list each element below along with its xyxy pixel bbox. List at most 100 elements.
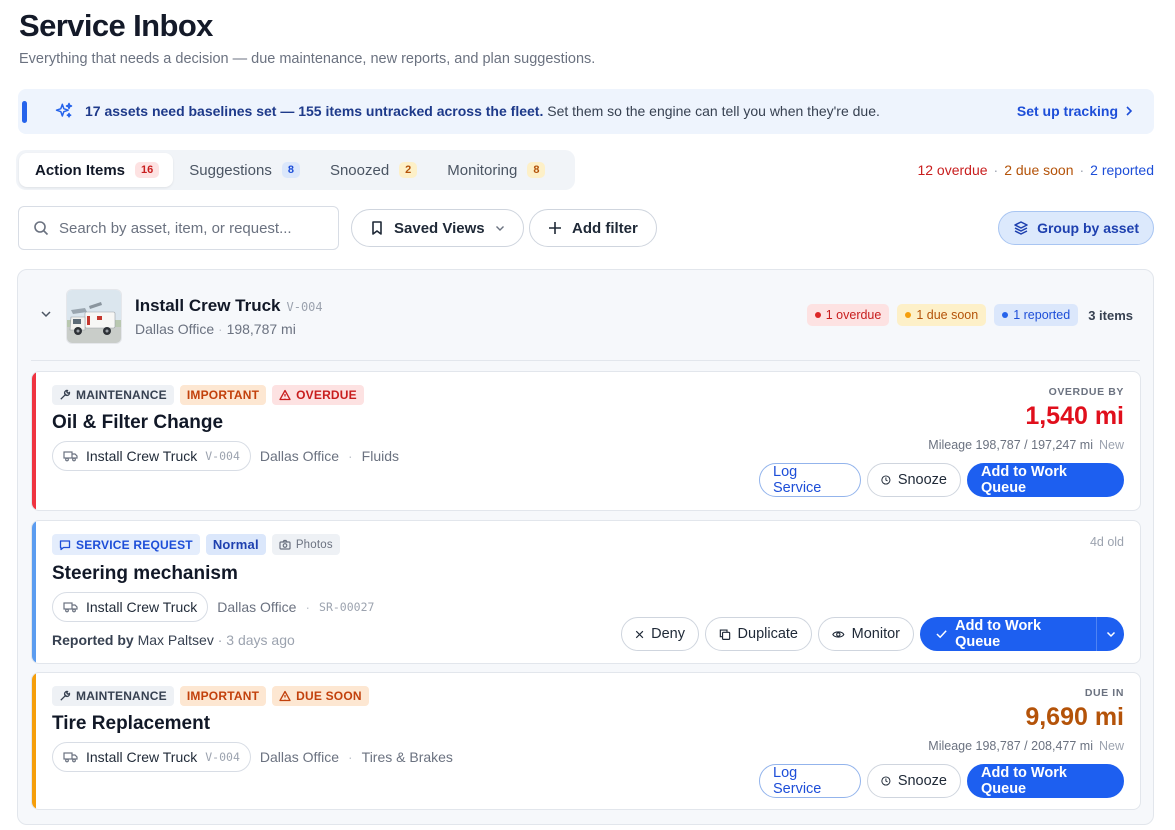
- tab-suggestions[interactable]: Suggestions 8: [173, 153, 314, 187]
- badge-due-soon-label: 1 due soon: [916, 308, 979, 322]
- snooze-label: Snooze: [897, 472, 947, 488]
- badge-overdue-label: 1 overdue: [825, 308, 882, 322]
- card-location: Dallas Office: [217, 599, 297, 615]
- sparkle-icon: [55, 102, 73, 118]
- meta-separator: ·: [347, 749, 353, 765]
- action-card-oil-filter[interactable]: MAINTENANCE IMPORTANT OVERDUE Oil & Filt…: [31, 371, 1141, 511]
- asset-thumbnail: [66, 289, 122, 344]
- badge-reported: 1 reported: [994, 304, 1079, 326]
- truck-icon: [63, 602, 78, 613]
- tab-snoozed[interactable]: Snoozed 2: [314, 153, 431, 187]
- saved-views-button[interactable]: Saved Views: [351, 209, 524, 247]
- tag-category: MAINTENANCE: [52, 385, 174, 405]
- status-summary: 12 overdue · 2 due soon · 2 reported: [917, 162, 1154, 178]
- inbox-tabs: Action Items 16 Suggestions 8 Snoozed 2 Mon…: [16, 150, 575, 190]
- close-icon: [635, 630, 644, 638]
- copy-icon: [719, 628, 731, 640]
- card-accent-reported: [32, 521, 36, 663]
- page-title: Service Inbox: [19, 8, 213, 43]
- overdue-by-label: OVERDUE BY: [1048, 386, 1124, 398]
- group-status-badges: 1 overdue 1 due soon 1 reported 3 items: [806, 304, 1133, 326]
- card-title[interactable]: Tire Replacement: [52, 713, 210, 735]
- asset-code: V-004: [286, 300, 323, 314]
- reported-by-label: Reported by: [52, 632, 134, 648]
- card-meta: Install Crew Truck Dallas Office · SR-00…: [52, 592, 374, 622]
- mileage-readout: Mileage 198,787 / 208,477 mi New: [928, 739, 1124, 753]
- monitor-button[interactable]: Monitor: [818, 617, 914, 651]
- search-box: [18, 206, 339, 250]
- tag-category-label: MAINTENANCE: [76, 388, 167, 402]
- tab-monitoring[interactable]: Monitoring 8: [431, 153, 559, 187]
- reported-by: Reported by Max Paltsev · 3 days ago: [52, 632, 295, 648]
- card-system: Fluids: [361, 448, 400, 464]
- group-by-asset-button[interactable]: Group by asset: [998, 211, 1154, 245]
- chevron-right-icon: [1126, 106, 1133, 116]
- card-actions: Log Service Snooze Add to Work Queue: [759, 764, 1124, 798]
- request-id: SR-00027: [319, 600, 375, 614]
- mileage-text: Mileage 198,787 / 208,477 mi: [928, 739, 1093, 753]
- card-tags: MAINTENANCE IMPORTANT OVERDUE: [52, 385, 364, 405]
- truck-icon: [63, 451, 78, 462]
- summary-due-soon[interactable]: 2 due soon: [1004, 162, 1073, 178]
- chevron-down-icon[interactable]: [40, 308, 52, 320]
- card-location: Dallas Office: [259, 448, 339, 464]
- duplicate-button[interactable]: Duplicate: [705, 617, 812, 651]
- chevron-down-icon: [1106, 631, 1115, 638]
- log-service-button[interactable]: Log Service: [759, 463, 861, 497]
- card-title[interactable]: Oil & Filter Change: [52, 412, 223, 434]
- deny-button[interactable]: Deny: [621, 617, 699, 651]
- asset-chip[interactable]: Install Crew Truck V-004: [52, 742, 251, 772]
- group-asset-name[interactable]: Install Crew Truck V-004: [135, 296, 323, 316]
- summary-overdue[interactable]: 12 overdue: [917, 162, 987, 178]
- action-card-steering[interactable]: SERVICE REQUEST Normal Photos 4d old Ste…: [31, 520, 1141, 664]
- asset-chip-name: Install Crew Truck: [86, 599, 198, 615]
- search-input[interactable]: [59, 219, 319, 237]
- tag-attachment-label: Photos: [295, 538, 333, 551]
- meta-separator: ·: [347, 448, 353, 464]
- group-by-asset-label: Group by asset: [1037, 220, 1139, 236]
- work-queue-options-toggle[interactable]: [1096, 617, 1124, 651]
- message-icon: [59, 539, 71, 550]
- add-to-work-queue-button[interactable]: Add to Work Queue: [967, 764, 1124, 798]
- snooze-button[interactable]: Snooze: [867, 463, 961, 497]
- tab-label: Monitoring: [447, 161, 518, 179]
- request-age: 4d old: [1089, 535, 1124, 549]
- meta-separator: ·: [218, 321, 223, 337]
- card-tags: SERVICE REQUEST Normal Photos: [52, 534, 340, 555]
- asset-location: Dallas Office: [135, 321, 215, 337]
- plus-icon: [549, 222, 561, 234]
- add-filter-button[interactable]: Add filter: [529, 209, 657, 247]
- tag-attachment[interactable]: Photos: [271, 534, 340, 555]
- due-in-value: 9,690 mi: [1025, 703, 1124, 731]
- action-card-tire-replacement[interactable]: MAINTENANCE IMPORTANT DUE SOON Tire Repl…: [31, 672, 1141, 810]
- card-meta: Install Crew Truck V-004 Dallas Office · …: [52, 441, 399, 471]
- deny-label: Deny: [651, 626, 685, 642]
- add-to-work-queue-button[interactable]: Add to Work Queue: [920, 617, 1096, 651]
- tracking-banner: 17 assets need baselines set — 155 items…: [18, 89, 1154, 134]
- add-to-work-queue-button[interactable]: Add to Work Queue: [967, 463, 1124, 497]
- reported-ago: · 3 days ago: [217, 632, 295, 648]
- bookmark-icon: [372, 221, 382, 235]
- card-tags: MAINTENANCE IMPORTANT DUE SOON: [52, 686, 369, 706]
- asset-chip[interactable]: Install Crew Truck: [52, 592, 209, 622]
- tag-category-label: SERVICE REQUEST: [76, 537, 193, 552]
- mileage-new-tag: New: [1098, 438, 1124, 452]
- snooze-button[interactable]: Snooze: [867, 764, 961, 798]
- summary-reported[interactable]: 2 reported: [1090, 162, 1154, 178]
- asset-chip-code: V-004: [205, 750, 240, 764]
- tab-action-items[interactable]: Action Items 16: [19, 153, 174, 187]
- layers-icon: [1014, 221, 1028, 235]
- tag-status: DUE SOON: [272, 686, 369, 706]
- page-subtitle: Everything that needs a decision — due m…: [19, 51, 596, 67]
- banner-message: 17 assets need baselines set — 155 items…: [85, 103, 880, 119]
- mileage-text: Mileage 198,787 / 197,247 mi: [928, 438, 1093, 452]
- group-asset-meta: Dallas Office · 198,787 mi: [135, 321, 296, 337]
- tab-count-badge: 8: [281, 162, 300, 178]
- tab-label: Snoozed: [329, 161, 390, 179]
- card-title[interactable]: Steering mechanism: [52, 563, 238, 585]
- log-service-button[interactable]: Log Service: [759, 764, 861, 798]
- set-up-tracking-link[interactable]: Set up tracking: [1017, 103, 1134, 119]
- search-icon: [34, 221, 49, 236]
- check-icon: [936, 630, 947, 639]
- asset-chip[interactable]: Install Crew Truck V-004: [52, 441, 251, 471]
